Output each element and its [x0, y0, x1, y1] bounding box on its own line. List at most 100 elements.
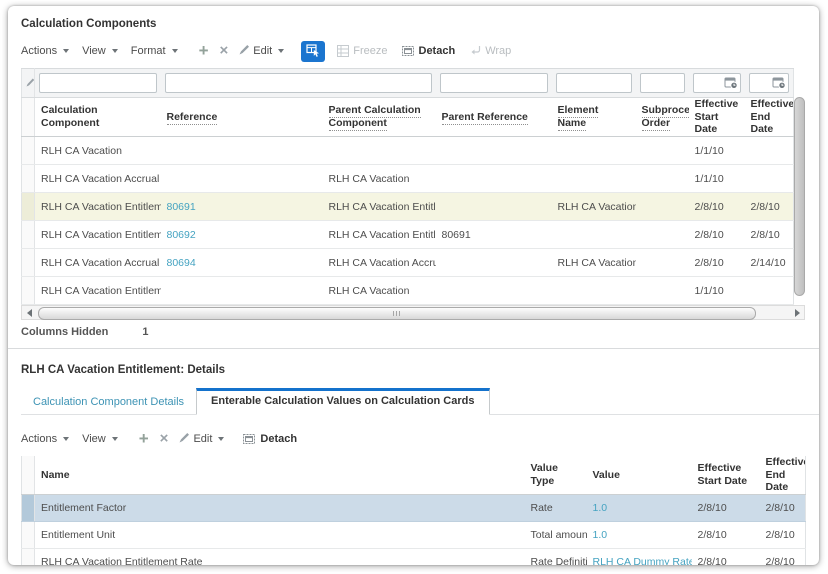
- edit-menu[interactable]: Edit: [179, 432, 225, 446]
- values-table-region: Name Value Type Value Effective Start Date E…: [21, 456, 806, 565]
- row-header-cell[interactable]: [21, 248, 35, 277]
- value-link[interactable]: RLH CA Dummy Rate Abs: [593, 556, 692, 565]
- cell-element_name: [551, 276, 636, 305]
- row-header-cell[interactable]: [21, 192, 35, 221]
- cell-text: RLH CA Vacation Entitlement: [557, 200, 636, 213]
- cell-element_name: [551, 220, 636, 249]
- cell-reference: 80692: [160, 220, 323, 249]
- filter-parent-reference[interactable]: [439, 73, 548, 93]
- scroll-left-arrow-icon[interactable]: [22, 306, 36, 319]
- edit-menu-label: Edit: [193, 433, 213, 445]
- columns-hidden-count: 1: [142, 326, 149, 338]
- cell-subprocessing_order: [635, 248, 689, 277]
- reference-link[interactable]: 80691: [167, 201, 196, 213]
- detach-button[interactable]: Detach: [243, 433, 297, 445]
- delete-row-button[interactable]: ×: [160, 431, 169, 446]
- cell-value: RLH CA Dummy Rate Abs: [586, 548, 692, 565]
- column-header-calculation_component[interactable]: Calculation Component: [34, 97, 161, 137]
- cell-name: RLH CA Vacation Entitlement Rate: [34, 548, 525, 565]
- column-header-value[interactable]: Value: [586, 456, 692, 495]
- columns-hidden-status: Columns Hidden 1: [21, 326, 819, 338]
- detach-icon: [401, 45, 415, 57]
- value-link[interactable]: 1.0: [593, 502, 608, 514]
- column-header-effective_end_date[interactable]: Effective End Date: [744, 97, 794, 137]
- column-header-value_type[interactable]: Value Type: [524, 456, 587, 495]
- view-menu[interactable]: View: [82, 433, 118, 445]
- row-header-cell[interactable]: [21, 521, 35, 549]
- horizontal-scrollbar[interactable]: [21, 305, 805, 320]
- add-row-button[interactable]: +: [139, 430, 149, 447]
- row-header-cell[interactable]: [21, 136, 35, 165]
- cell-effective_start_date: 2/8/10: [691, 521, 760, 549]
- components-table-row[interactable]: RLH CA Vacation Accrual Summary RLH CA Va…: [21, 164, 794, 193]
- chevron-down-icon: [111, 49, 118, 53]
- add-row-button[interactable]: +: [199, 42, 209, 59]
- freeze-icon: [337, 45, 350, 57]
- column-header-parent_calculation_component[interactable]: Parent Calculation Component: [322, 97, 436, 137]
- delete-row-button[interactable]: ×: [220, 43, 229, 58]
- row-header-cell[interactable]: [21, 276, 35, 305]
- cell-text: RLH CA Vacation Accrual: [557, 256, 636, 269]
- column-header-effective_start_date[interactable]: Effective Start Date: [691, 456, 760, 495]
- view-menu-label: View: [82, 45, 106, 57]
- components-table-region: Calculation Component Reference Parent Cal…: [21, 68, 805, 320]
- view-menu[interactable]: View: [82, 45, 118, 57]
- filter-calculation-component[interactable]: [39, 73, 157, 93]
- column-header-effective_start_date[interactable]: Effective Start Date: [688, 97, 745, 137]
- query-by-example-button[interactable]: [301, 40, 326, 62]
- values-table-row[interactable]: Entitlement Factor Rate 1.0 2/8/10 2/8/10: [21, 494, 806, 522]
- calculation-components-panel: Calculation Components Actions View Form…: [8, 6, 819, 565]
- scrollbar-thumb[interactable]: [38, 307, 757, 320]
- reference-link[interactable]: 80694: [167, 257, 196, 269]
- cell-effective_end_date: 2/8/10: [759, 494, 806, 522]
- detach-button[interactable]: Detach: [401, 45, 455, 57]
- cell-element_name: [551, 164, 636, 193]
- date-picker-icon[interactable]: [724, 77, 738, 90]
- actions-menu[interactable]: Actions: [21, 433, 70, 445]
- row-header-cell[interactable]: [21, 164, 35, 193]
- tab-enterable-calculation-values[interactable]: Enterable Calculation Values on Calculat…: [196, 388, 490, 415]
- column-header-subprocessing_order[interactable]: Subprocessing Order: [635, 97, 689, 137]
- vertical-scrollbar[interactable]: [794, 97, 805, 296]
- cell-text: RLH CA Vacation Entitlement: [41, 200, 161, 213]
- row-header-cell[interactable]: [21, 494, 35, 522]
- components-table-row[interactable]: RLH CA Vacation Accrual 80694 RLH CA Vacat…: [21, 248, 794, 277]
- pencil-icon: [239, 44, 250, 58]
- cell-parent_calculation_component: [322, 136, 436, 165]
- column-header-reference[interactable]: Reference: [160, 97, 323, 137]
- cell-name: Entitlement Unit: [34, 521, 525, 549]
- chevron-down-icon: [218, 437, 225, 441]
- values-table-row[interactable]: Entitlement Unit Total amount 1.0 2/8/10 2/8…: [21, 521, 806, 549]
- components-table-row[interactable]: RLH CA Vacation Entitlement Date 80692 RLH…: [21, 220, 794, 249]
- filter-element-name[interactable]: [555, 73, 632, 93]
- components-table-row[interactable]: RLH CA Vacation Entitlement Summary RLH C…: [21, 276, 794, 305]
- cell-text: Rate: [530, 501, 553, 514]
- cell-text: Rate Definition: [530, 555, 587, 565]
- columns-hidden-label: Columns Hidden: [21, 326, 109, 338]
- date-picker-icon[interactable]: [772, 77, 786, 90]
- scrollbar-track[interactable]: [36, 306, 790, 320]
- column-header-name[interactable]: Name: [34, 456, 525, 495]
- column-header-parent_reference[interactable]: Parent Reference: [435, 97, 552, 137]
- tab-calculation-component-details[interactable]: Calculation Component Details: [21, 389, 196, 414]
- cell-effective_start_date: 2/8/10: [688, 220, 745, 249]
- values-table-row[interactable]: RLH CA Vacation Entitlement Rate Rate Def…: [21, 548, 806, 565]
- column-header-effective_end_date[interactable]: Effective End Date: [759, 456, 806, 495]
- actions-menu-label: Actions: [21, 433, 58, 445]
- format-menu[interactable]: Format: [131, 45, 178, 57]
- row-header-cell[interactable]: [21, 220, 35, 249]
- reference-link[interactable]: 80692: [167, 229, 196, 241]
- scroll-right-arrow-icon[interactable]: [790, 306, 804, 319]
- filter-subprocessing-order[interactable]: [639, 73, 685, 93]
- edit-menu[interactable]: Edit: [239, 44, 285, 58]
- components-table-row[interactable]: RLH CA Vacation 1/1/10: [21, 136, 794, 165]
- filter-reference[interactable]: [164, 73, 432, 93]
- value-link[interactable]: 1.0: [593, 529, 608, 541]
- cell-element_name: RLH CA Vacation Accrual: [551, 248, 636, 277]
- cell-text: Total amount: [530, 528, 587, 541]
- actions-menu[interactable]: Actions: [21, 45, 70, 57]
- cell-subprocessing_order: [635, 220, 689, 249]
- components-table-row[interactable]: RLH CA Vacation Entitlement 80691 RLH CA V…: [21, 192, 794, 221]
- column-header-element_name[interactable]: Element Name: [551, 97, 636, 137]
- row-header-cell[interactable]: [21, 548, 35, 565]
